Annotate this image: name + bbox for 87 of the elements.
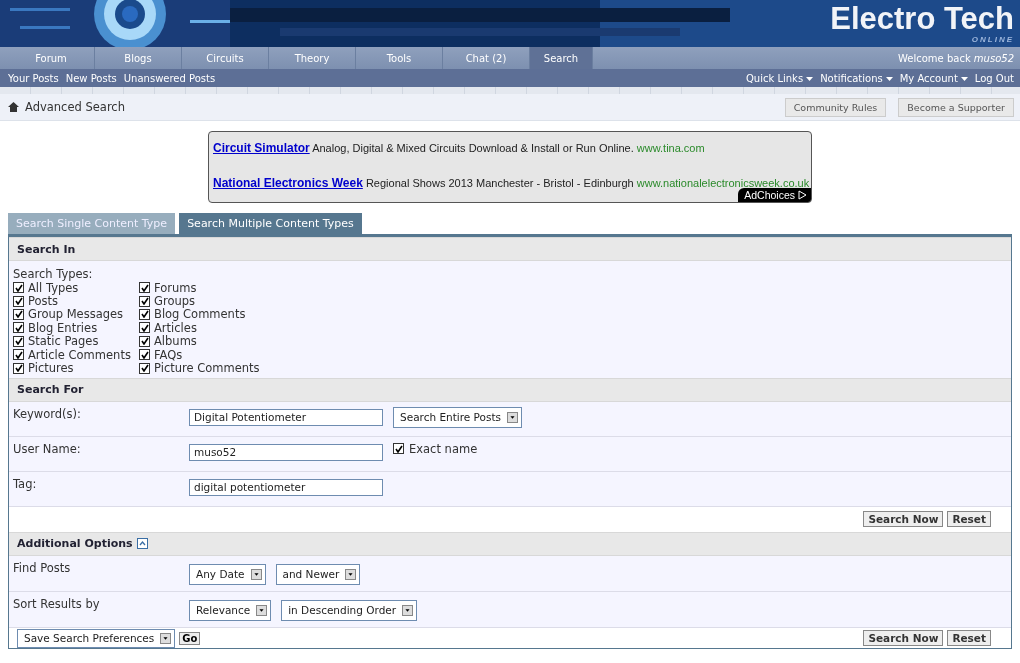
- caret-icon[interactable]: [885, 76, 893, 82]
- dropdown[interactable]: Save Search Preferences: [17, 628, 176, 648]
- field-label: Keyword(s):: [13, 406, 82, 421]
- form-button[interactable]: Reset: [947, 510, 991, 527]
- section-heading: Search In: [17, 242, 76, 256]
- ad-url-link[interactable]: www.tina.com: [636, 141, 705, 154]
- input-field[interactable]: muso52: [189, 443, 383, 461]
- field-label: Tag:: [13, 476, 38, 491]
- checkbox-label: Articles: [154, 320, 197, 335]
- checkbox-label: Picture Comments: [154, 361, 260, 376]
- checkbox[interactable]: [13, 295, 24, 307]
- dropdown[interactable]: Any Date: [189, 563, 266, 585]
- checkbox[interactable]: [13, 322, 24, 334]
- form-button[interactable]: Search Now: [863, 510, 944, 527]
- nav-link[interactable]: Log Out: [974, 72, 1014, 84]
- breadcrumb: Advanced Search: [25, 100, 125, 114]
- menu-link[interactable]: Quick Links: [745, 72, 814, 84]
- play-icon[interactable]: [798, 190, 807, 200]
- go-button[interactable]: Go: [179, 631, 201, 645]
- checkbox-label: Albums: [154, 334, 197, 349]
- ad-text: Analog, Digital & Mixed Circuits Download & Install or Run Online.: [312, 141, 634, 154]
- checkbox[interactable]: [139, 282, 150, 294]
- ad-text: Regional Shows 2013 Manchester - Bristol - Edinburgh: [365, 176, 634, 189]
- checkbox[interactable]: [13, 349, 24, 361]
- section-heading: Additional Options: [17, 537, 133, 551]
- checkbox[interactable]: [139, 349, 150, 361]
- caret-icon[interactable]: [507, 411, 519, 423]
- caret-icon[interactable]: [160, 632, 172, 644]
- input-field[interactable]: Digital Potentiometer: [189, 408, 383, 426]
- nav-link[interactable]: Your Posts: [8, 72, 59, 84]
- checkbox[interactable]: [139, 335, 150, 347]
- home-icon[interactable]: [8, 102, 19, 112]
- welcome-text: Welcome back muso52: [898, 52, 1014, 64]
- adchoices-link[interactable]: AdChoices: [738, 188, 811, 202]
- caret-icon[interactable]: [250, 568, 262, 580]
- collapse-toggle[interactable]: [136, 538, 148, 550]
- checkbox[interactable]: [13, 335, 24, 347]
- caret-icon[interactable]: [256, 604, 268, 616]
- checkbox[interactable]: [393, 443, 404, 455]
- checkbox-label: Groups: [154, 294, 195, 309]
- checkbox-label: All Types: [28, 280, 79, 295]
- dropdown[interactable]: Relevance: [189, 599, 272, 621]
- logo-subtitle: ONLINE: [971, 36, 1014, 44]
- site-logo[interactable]: Electro Tech: [830, 2, 1014, 36]
- nav-link[interactable]: New Posts: [65, 72, 117, 84]
- checkbox-label: Blog Entries: [28, 320, 98, 335]
- field-label: Sort Results by: [13, 596, 101, 611]
- checkbox[interactable]: [139, 322, 150, 334]
- checkbox-label: FAQs: [154, 347, 183, 362]
- checkbox[interactable]: [13, 308, 24, 320]
- checkbox-label: Forums: [154, 280, 197, 295]
- menu-link[interactable]: My Account: [899, 72, 968, 84]
- caret-icon[interactable]: [960, 76, 968, 82]
- checkbox-label: Pictures: [28, 361, 74, 376]
- checkbox[interactable]: [13, 362, 24, 374]
- input-field[interactable]: digital potentiometer: [189, 478, 383, 496]
- dropdown[interactable]: Search Entire Posts: [393, 406, 523, 428]
- checkbox[interactable]: [139, 308, 150, 320]
- checkbox-label: Blog Comments: [154, 307, 246, 322]
- menu-link[interactable]: Notifications: [820, 72, 893, 84]
- nav-tab[interactable]: Search: [530, 47, 593, 69]
- form-button[interactable]: Search Now: [863, 630, 944, 647]
- checkbox[interactable]: [139, 362, 150, 374]
- field-label: Search Types:: [13, 267, 93, 281]
- ad-title-link[interactable]: National Electronics Week: [213, 175, 363, 190]
- field-label: User Name:: [13, 441, 82, 456]
- dropdown[interactable]: and Newer: [275, 563, 361, 585]
- search-tab[interactable]: Search Multiple Content Types: [179, 213, 362, 234]
- field-label: Find Posts: [13, 560, 72, 575]
- ad-title-link[interactable]: Circuit Simulator: [213, 140, 310, 155]
- caret-icon[interactable]: [806, 76, 814, 82]
- checkbox-label: Group Messages: [28, 307, 124, 322]
- ad-url-link[interactable]: www.nationalelectronicsweek.co.uk: [636, 176, 810, 189]
- caret-icon[interactable]: [345, 568, 357, 580]
- header-button[interactable]: Become a Supporter: [898, 97, 1014, 117]
- checkbox-label: Article Comments: [28, 347, 131, 362]
- checkbox-label: Static Pages: [28, 334, 99, 349]
- form-button[interactable]: Reset: [947, 630, 991, 647]
- header-button[interactable]: Community Rules: [784, 97, 887, 117]
- checkbox-label: Exact name: [409, 441, 478, 456]
- caret-icon[interactable]: [402, 604, 414, 616]
- section-heading: Search For: [17, 383, 84, 397]
- checkbox[interactable]: [139, 295, 150, 307]
- checkbox-label: Posts: [28, 294, 59, 309]
- dropdown[interactable]: in Descending Order: [281, 599, 418, 621]
- checkbox[interactable]: [13, 282, 24, 294]
- nav-link[interactable]: Unanswered Posts: [123, 72, 216, 84]
